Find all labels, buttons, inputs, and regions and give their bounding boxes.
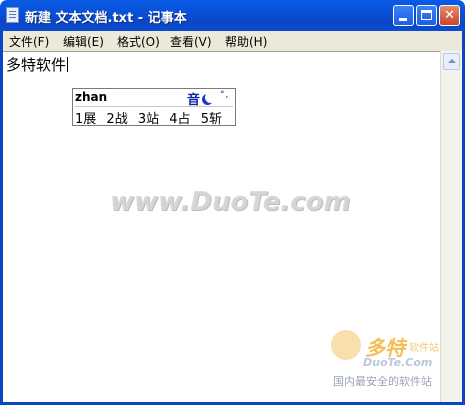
editor-text: 多特软件 [6,56,67,74]
editor-content: 多特软件 [6,54,69,75]
menu-help[interactable]: 帮助(H) [225,33,267,50]
ime-candidate[interactable]: 5斩 [201,112,222,127]
maximize-button[interactable] [416,5,437,26]
text-caret [67,57,69,72]
ime-candidate[interactable]: 2战 [106,112,127,127]
menu-format[interactable]: 格式(O) [117,33,160,50]
scroll-up-arrow-icon[interactable] [443,53,460,70]
punctuation-icon[interactable]: °, [220,90,229,100]
menu-edit[interactable]: 编辑(E) [63,33,104,50]
watermark-domain: DuoTe.Com [363,356,433,369]
mascot-logo-icon [331,330,361,360]
notepad-window: 新建 文本文档.txt - 记事本 ✕ 文件(F) 编辑(E) 格式(O) 查看… [0,0,465,405]
ime-candidate[interactable]: 3站 [138,112,159,127]
watermark-slogan: 国内最安全的软件站 [333,375,432,388]
ime-candidate-window: zhan 音 °, 1展 2战 3站 4占 5斩 [72,88,236,127]
ime-candidate[interactable]: 1展 [75,112,96,127]
ime-status-bar[interactable]: 音 °, [187,89,233,108]
minimize-button[interactable] [393,5,414,26]
menu-file[interactable]: 文件(F) [9,33,49,50]
watermark-brand-sub: 软件站 [409,343,439,354]
ime-pinyin-input: zhan [75,90,108,104]
window-title: 新建 文本文档.txt - 记事本 [25,11,187,26]
ime-divider [75,106,233,107]
notepad-icon[interactable] [6,7,19,23]
minimize-icon [399,18,407,21]
close-icon: ✕ [444,8,455,23]
watermark-center: www.DuoTe.com [110,187,351,217]
close-button[interactable]: ✕ [439,5,460,26]
menu-bar: 文件(F) 编辑(E) 格式(O) 查看(V) 帮助(H) [0,31,465,51]
ime-candidate[interactable]: 4占 [169,112,190,127]
menu-view[interactable]: 查看(V) [170,33,212,50]
maximize-icon [421,10,432,20]
moon-icon[interactable] [205,92,216,103]
title-bar[interactable]: 新建 文本文档.txt - 记事本 ✕ [0,0,465,31]
watermark-corner: 多特 软件站 DuoTe.Com 国内最安全的软件站 [325,330,455,392]
ime-candidate-list: 1展 2战 3站 4占 5斩 [75,108,228,127]
